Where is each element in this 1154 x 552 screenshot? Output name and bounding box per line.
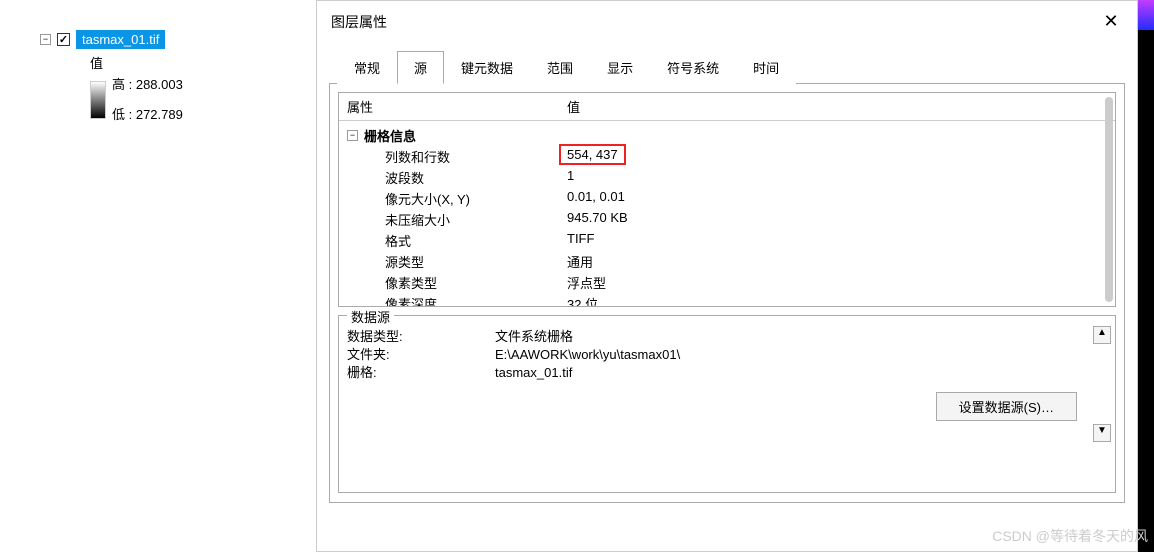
layer-name[interactable]: tasmax_01.tif — [76, 30, 165, 49]
column-header-attr: 属性 — [347, 97, 567, 116]
prop-name: 格式 — [385, 231, 567, 250]
tab-panel-source: 属性 值 − 栅格信息 列数和行数554, 437波段数1像元大小(X, Y)0… — [329, 83, 1125, 503]
set-datasource-button[interactable]: 设置数据源(S)… — [936, 392, 1077, 421]
section-title: 栅格信息 — [364, 126, 416, 145]
table-row: 像素类型浮点型 — [347, 272, 1107, 293]
tab-key-metadata[interactable]: 键元数据 — [444, 51, 530, 84]
toc-panel: − tasmax_01.tif 值 高 : 288.003 低 : 272.78… — [0, 0, 310, 552]
table-row: 像元大小(X, Y)0.01, 0.01 — [347, 188, 1107, 209]
prop-value: 945.70 KB — [567, 210, 628, 229]
gradient-bar-icon — [90, 81, 106, 119]
datasource-legend: 数据源 — [347, 307, 394, 326]
scroll-down-icon[interactable]: ▼ — [1093, 424, 1111, 442]
scroll-up-icon[interactable]: ▲ — [1093, 326, 1111, 344]
section-collapse-toggle[interactable]: − — [347, 130, 358, 141]
side-accent-bar — [1138, 0, 1154, 552]
prop-value: 通用 — [567, 252, 593, 271]
layer-properties-dialog: 图层属性 ✕ 常规 源 键元数据 范围 显示 符号系统 时间 属性 值 − 栅格… — [316, 0, 1138, 552]
tab-general[interactable]: 常规 — [337, 51, 397, 84]
table-row: 列数和行数554, 437 — [347, 146, 1107, 167]
prop-name: 像元大小(X, Y) — [385, 189, 567, 208]
table-row: 格式TIFF — [347, 230, 1107, 251]
tab-bar: 常规 源 键元数据 范围 显示 符号系统 时间 — [317, 50, 1137, 83]
high-value-label: 高 : 288.003 — [112, 76, 183, 94]
low-value-label: 低 : 272.789 — [112, 106, 183, 124]
expand-toggle[interactable]: − — [40, 34, 51, 45]
tab-time[interactable]: 时间 — [736, 51, 796, 84]
ds-label-folder: 文件夹: — [347, 346, 495, 364]
column-header-value: 值 — [567, 97, 580, 116]
ds-label-raster: 栅格: — [347, 364, 495, 382]
ds-value-raster: tasmax_01.tif — [495, 364, 680, 382]
prop-name: 像素类型 — [385, 273, 567, 292]
prop-name: 源类型 — [385, 252, 567, 271]
close-icon[interactable]: ✕ — [1099, 11, 1123, 32]
watermark: CSDN @等待着冬天的风 — [992, 526, 1148, 546]
tab-extent[interactable]: 范围 — [530, 51, 590, 84]
scrollbar-icon[interactable] — [1105, 97, 1113, 302]
properties-table: 属性 值 − 栅格信息 列数和行数554, 437波段数1像元大小(X, Y)0… — [338, 92, 1116, 307]
tab-symbology[interactable]: 符号系统 — [650, 51, 736, 84]
table-row: 源类型通用 — [347, 251, 1107, 272]
prop-value: 32 位 — [567, 294, 598, 307]
layer-symbology: 值 高 : 288.003 低 : 272.789 — [0, 53, 310, 124]
highlight-box: 554, 437 — [559, 144, 626, 165]
tab-display[interactable]: 显示 — [590, 51, 650, 84]
prop-value: TIFF — [567, 231, 594, 250]
table-row: 波段数1 — [347, 167, 1107, 188]
prop-name: 像素深度 — [385, 294, 567, 307]
ds-value-folder: E:\AAWORK\work\yu\tasmax01\ — [495, 346, 680, 364]
dialog-title: 图层属性 — [331, 12, 387, 32]
prop-value: 0.01, 0.01 — [567, 189, 625, 208]
prop-name: 波段数 — [385, 168, 567, 187]
prop-value: 554, 437 — [567, 147, 618, 166]
layer-tree-item[interactable]: − tasmax_01.tif — [0, 30, 310, 49]
ds-value-type: 文件系统栅格 — [495, 328, 680, 346]
prop-value: 1 — [567, 168, 574, 187]
ds-label-type: 数据类型: — [347, 328, 495, 346]
prop-value: 浮点型 — [567, 273, 606, 292]
table-row: 未压缩大小945.70 KB — [347, 209, 1107, 230]
table-row: 像素深度32 位 — [347, 293, 1107, 307]
tab-source[interactable]: 源 — [397, 51, 444, 84]
layer-visibility-checkbox[interactable] — [57, 33, 70, 46]
value-label: 值 — [90, 53, 310, 72]
prop-name: 未压缩大小 — [385, 210, 567, 229]
prop-name: 列数和行数 — [385, 147, 567, 166]
datasource-fieldset: 数据源 数据类型: 文件夹: 栅格: 文件系统栅格 E:\AAWORK\work… — [338, 315, 1116, 493]
